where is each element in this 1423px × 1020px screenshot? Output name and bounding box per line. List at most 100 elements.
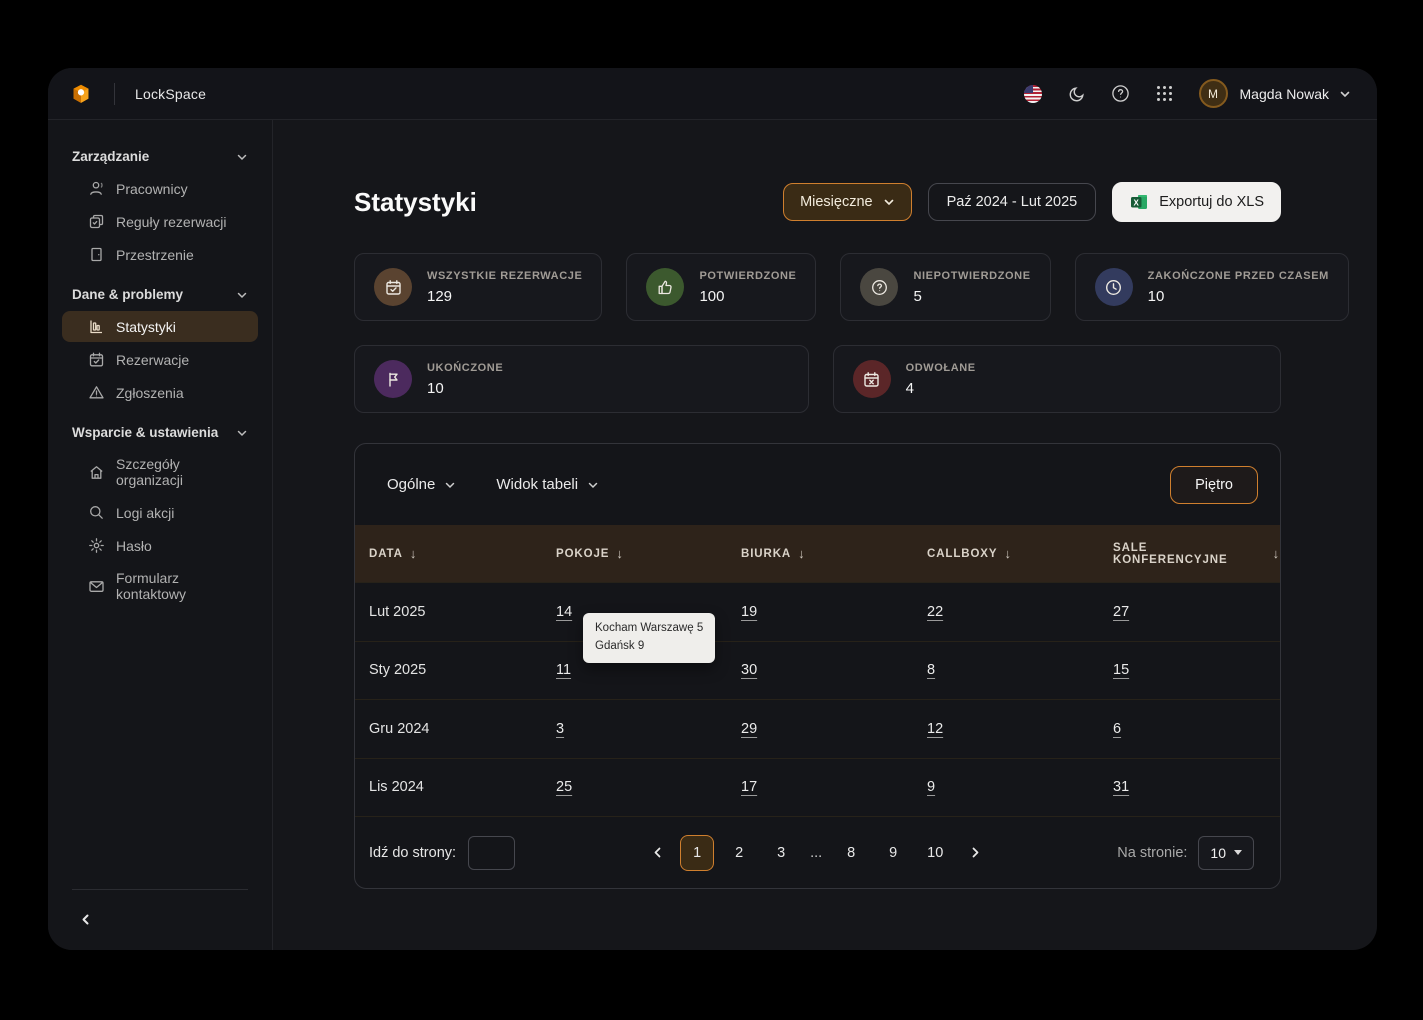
stat-value: 129: [427, 288, 582, 305]
date-range-button[interactable]: Paź 2024 - Lut 2025: [928, 183, 1097, 221]
sidebar-item-rezerwacje[interactable]: Rezerwacje: [62, 344, 258, 375]
cell-link[interactable]: 12: [927, 721, 943, 737]
language-flag-icon[interactable]: [1023, 84, 1043, 104]
cell-link[interactable]: 22: [927, 604, 943, 620]
clock-icon: [1095, 268, 1133, 306]
table-row: Sty 2025 11 30 8 15: [355, 641, 1280, 700]
page-button-2[interactable]: 2: [722, 835, 756, 871]
brand-divider: [114, 83, 115, 105]
stat-value: 5: [913, 288, 1030, 305]
page-button-1[interactable]: 1: [680, 835, 714, 871]
table-row: Lis 2024 25 17 9 31: [355, 758, 1280, 817]
cell-date: Sty 2025: [355, 662, 542, 678]
column-header-callboxy[interactable]: CALLBOXY↓: [913, 546, 1099, 561]
section-label: Zarządzanie: [72, 149, 149, 164]
apps-grid-icon[interactable]: [1155, 84, 1175, 104]
column-header-pokoje[interactable]: POKOJE↓: [542, 546, 727, 561]
page-button-8[interactable]: 8: [834, 835, 868, 871]
sidebar: Zarządzanie Pracownicy Reguły rezerwacji: [48, 120, 273, 950]
sidebar-item-haslo[interactable]: Hasło: [62, 530, 258, 561]
sidebar-item-reguly-rezerwacji[interactable]: Reguły rezerwacji: [62, 206, 258, 237]
statistics-table-panel: Ogólne Widok tabeli Piętro DATA↓ POKOJE↓…: [354, 443, 1281, 889]
stat-label: ZAKOŃCZONE PRZED CZASEM: [1148, 270, 1329, 282]
stat-label: UKOŃCZONE: [427, 362, 503, 374]
period-dropdown[interactable]: Miesięczne: [783, 183, 912, 221]
column-header-sale-konferencyjne[interactable]: SALE KONFERENCYJNE↓: [1099, 542, 1280, 566]
svg-text:X: X: [1134, 198, 1140, 207]
sidebar-footer: [48, 889, 272, 950]
per-page-label: Na stronie:: [1117, 845, 1187, 861]
dark-mode-moon-icon[interactable]: [1067, 84, 1087, 104]
sidebar-item-przestrzenie[interactable]: Przestrzenie: [62, 239, 258, 270]
help-icon[interactable]: [1111, 84, 1131, 104]
floor-button[interactable]: Piętro: [1170, 466, 1258, 504]
cell-link[interactable]: 11: [556, 662, 571, 678]
export-xls-button[interactable]: X Exportuj do XLS: [1112, 182, 1281, 222]
stat-label: POTWIERDZONE: [699, 270, 796, 282]
cell-link[interactable]: 3: [556, 721, 564, 737]
stat-label: WSZYSTKIE REZERWACJE: [427, 270, 582, 282]
cell-link[interactable]: 15: [1113, 662, 1129, 678]
chevron-down-icon: [236, 427, 248, 439]
sidebar-item-label: Przestrzenie: [116, 247, 194, 263]
cell-date: Gru 2024: [355, 721, 542, 737]
chevron-down-icon: [883, 196, 895, 208]
cell-link[interactable]: 25: [556, 779, 572, 795]
sort-icon: ↓: [1273, 546, 1280, 561]
sidebar-item-label: Reguły rezerwacji: [116, 214, 226, 230]
per-page-select[interactable]: 10: [1198, 836, 1254, 870]
stat-card-wszystkie-rezerwacje: WSZYSTKIE REZERWACJE 129: [354, 253, 602, 321]
sidebar-item-statystyki[interactable]: Statystyki: [62, 311, 258, 342]
stat-card-ukonczone: UKOŃCZONE 10: [354, 345, 809, 413]
sidebar-collapse-button[interactable]: [72, 906, 98, 932]
page-button-3[interactable]: 3: [764, 835, 798, 871]
cell-link[interactable]: 6: [1113, 721, 1121, 737]
sidebar-item-label: Statystyki: [116, 319, 176, 335]
user-icon: [88, 180, 105, 197]
table-view-dropdown[interactable]: Widok tabeli: [496, 476, 599, 493]
sort-icon: ↓: [616, 546, 623, 561]
next-page-button[interactable]: [960, 838, 990, 868]
cell-link[interactable]: 29: [741, 721, 757, 737]
cell-link[interactable]: 27: [1113, 604, 1129, 620]
chevron-down-icon: [1339, 88, 1351, 100]
cell-link[interactable]: 30: [741, 662, 757, 678]
column-header-data[interactable]: DATA↓: [355, 546, 542, 561]
page-button-9[interactable]: 9: [876, 835, 910, 871]
sidebar-item-formularz-kontaktowy[interactable]: Formularz kontaktowy: [62, 563, 258, 609]
sidebar-item-szczegoly-organizacji[interactable]: Szczegóły organizacji: [62, 449, 258, 495]
sidebar-section-dane-problemy[interactable]: Dane & problemy: [62, 280, 258, 309]
page-button-10[interactable]: 10: [918, 835, 952, 871]
cell-link[interactable]: 14: [556, 604, 572, 620]
bar-chart-icon: [88, 318, 105, 335]
calendar-check-icon: [374, 268, 412, 306]
stat-value: 100: [699, 288, 796, 305]
goto-page-input[interactable]: [468, 836, 515, 870]
tooltip-line: Gdańsk 9: [595, 638, 703, 656]
table-row: Gru 2024 3 29 12 6: [355, 699, 1280, 758]
gear-icon: [88, 537, 105, 554]
cell-link[interactable]: 8: [927, 662, 935, 678]
general-filter-dropdown[interactable]: Ogólne: [387, 476, 456, 493]
cell-tooltip: Kocham Warszawę 5 Gdańsk 9: [583, 613, 715, 663]
cell-link[interactable]: 17: [741, 779, 757, 795]
cell-link[interactable]: 9: [927, 779, 935, 795]
chevron-left-icon: [651, 846, 664, 859]
cell-link[interactable]: 31: [1113, 779, 1129, 795]
column-header-biurka[interactable]: BIURKA↓: [727, 546, 913, 561]
stat-value: 10: [427, 380, 503, 397]
stat-label: NIEPOTWIERDZONE: [913, 270, 1030, 282]
chevron-down-icon: [587, 479, 599, 491]
sidebar-item-label: Pracownicy: [116, 181, 188, 197]
sidebar-section-wsparcie-ustawienia[interactable]: Wsparcie & ustawienia: [62, 418, 258, 447]
sidebar-section-zarzadzanie[interactable]: Zarządzanie: [62, 142, 258, 171]
divider: [72, 889, 248, 890]
user-menu[interactable]: M Magda Nowak: [1199, 79, 1352, 108]
sidebar-item-label: Hasło: [116, 538, 152, 554]
sidebar-item-logi-akcji[interactable]: Logi akcji: [62, 497, 258, 528]
prev-page-button[interactable]: [642, 838, 672, 868]
cell-date: Lut 2025: [355, 604, 542, 620]
sidebar-item-pracownicy[interactable]: Pracownicy: [62, 173, 258, 204]
sidebar-item-zgloszenia[interactable]: Zgłoszenia: [62, 377, 258, 408]
cell-link[interactable]: 19: [741, 604, 757, 620]
